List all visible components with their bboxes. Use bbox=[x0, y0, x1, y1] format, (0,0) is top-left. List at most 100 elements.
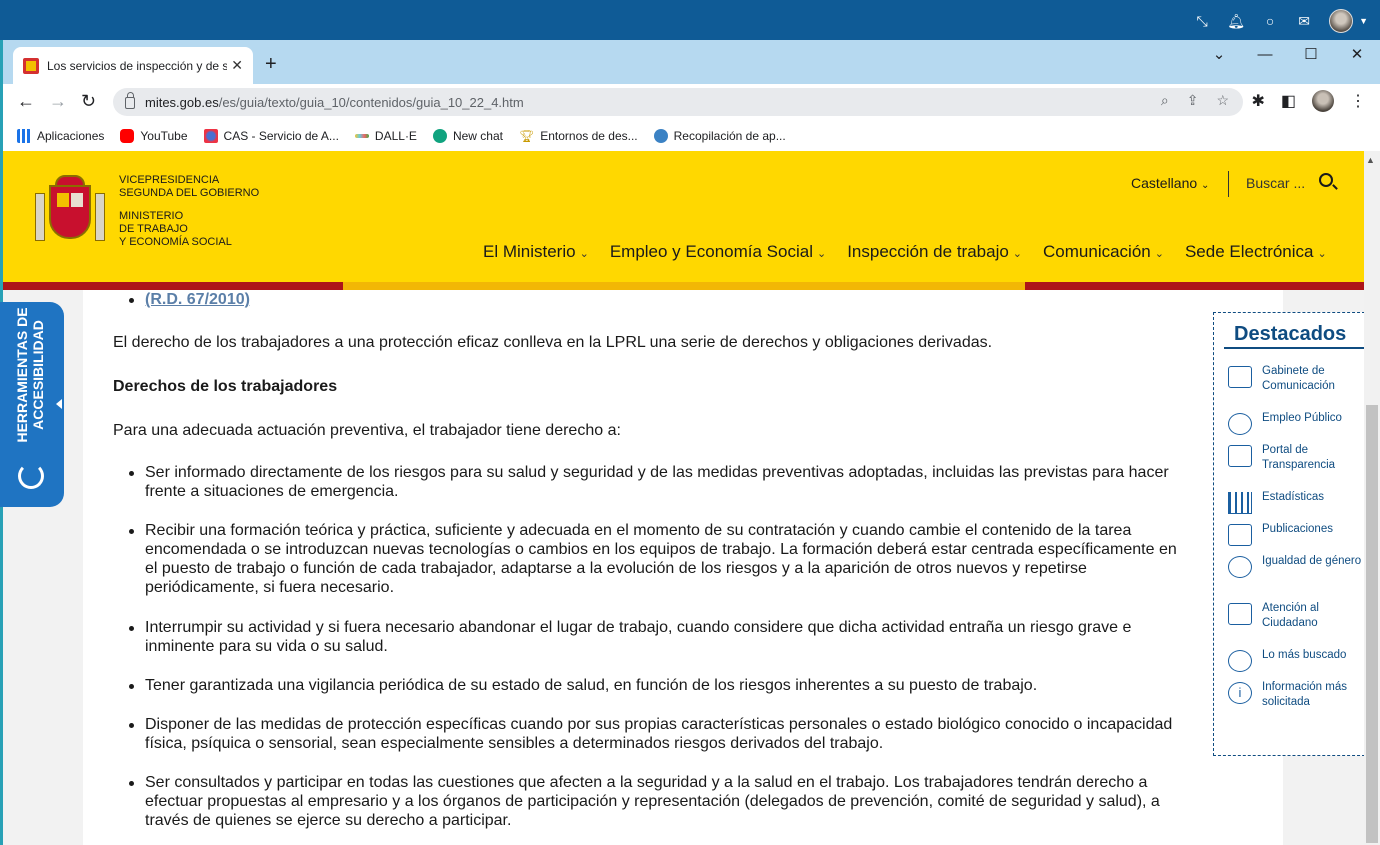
forward-arrow-icon[interactable]: → bbox=[49, 91, 67, 112]
bookmarks-bar: Aplicaciones YouTube CAS - Servicio de A… bbox=[0, 120, 1380, 151]
eye-icon bbox=[1228, 650, 1252, 672]
rights-list: Ser consultados y participar en todas la… bbox=[123, 773, 1183, 830]
destacado-publicaciones[interactable]: Publicaciones bbox=[1228, 522, 1362, 546]
url-host: mites.gob.es bbox=[145, 94, 219, 110]
newspaper-icon bbox=[1228, 366, 1252, 388]
list-item: Ser consultados y participar en todas la… bbox=[123, 773, 1183, 830]
list-item: Tener garantizada una vigilancia periódi… bbox=[123, 676, 1183, 695]
minimize-arrows-icon[interactable]: ⤡ bbox=[1193, 12, 1211, 30]
user-avatar[interactable] bbox=[1329, 9, 1354, 33]
bar-chart-icon bbox=[1228, 492, 1252, 514]
main-navigation: El Ministerio ⌄ Empleo y Economía Social ⌄… bbox=[483, 242, 1327, 262]
close-tab-icon[interactable]: ✕ bbox=[231, 57, 243, 74]
destacado-empleo-publico[interactable]: Empleo Público bbox=[1228, 411, 1362, 435]
intro-paragraph: El derecho de los trabajadores a una pro… bbox=[113, 334, 993, 351]
share-icon[interactable]: ⇪ bbox=[1187, 92, 1199, 109]
destacado-atencion[interactable]: Atención al Ciudadano bbox=[1228, 601, 1362, 631]
chevron-down-icon: ⌄ bbox=[1317, 248, 1327, 260]
reload-icon[interactable]: ↻ bbox=[81, 91, 96, 112]
support-icon bbox=[1228, 603, 1252, 625]
cas-icon bbox=[203, 128, 218, 143]
list-item: Interrumpir su actividad y si fuera nece… bbox=[123, 618, 1183, 656]
section-heading: Derechos de los trabajadores bbox=[113, 378, 338, 395]
nav-empleo[interactable]: Empleo y Economía Social ⌄ bbox=[610, 242, 826, 262]
search-icon[interactable] bbox=[1319, 173, 1333, 187]
scrollbar-thumb[interactable] bbox=[1366, 405, 1378, 843]
bookmark-star-icon[interactable]: ☆ bbox=[1216, 92, 1229, 109]
accessibility-tools-tab[interactable]: HERRAMIENTAS DE ACCESIBILIDAD bbox=[0, 302, 64, 507]
divider bbox=[1228, 171, 1229, 197]
youtube-icon bbox=[120, 128, 135, 143]
bookmark-cas[interactable]: CAS - Servicio de A... bbox=[203, 128, 339, 143]
apps-grid-icon bbox=[17, 128, 31, 143]
spain-coat-of-arms-logo[interactable] bbox=[33, 175, 107, 251]
scroll-up-arrow-icon[interactable]: ▲ bbox=[1366, 155, 1375, 165]
destacado-gabinete[interactable]: Gabinete de Comunicación bbox=[1228, 364, 1362, 394]
back-arrow-icon[interactable]: ← bbox=[17, 91, 35, 112]
chevron-left-icon bbox=[56, 399, 62, 409]
list-item: (R.D. 67/2010) bbox=[123, 290, 1183, 309]
language-selector[interactable]: Castellano ⌄ bbox=[1131, 175, 1209, 191]
window-maximize-button[interactable]: ☐ bbox=[1288, 40, 1334, 70]
extensions-puzzle-icon[interactable]: ✱ bbox=[1251, 91, 1264, 111]
site-header: VICEPRESIDENCIA SEGUNDA DEL GOBIERNO MIN… bbox=[3, 151, 1365, 282]
browser-tab-strip: Los servicios de inspección y de s ✕ + ⌄… bbox=[0, 40, 1380, 84]
destacado-estadisticas[interactable]: Estadísticas bbox=[1228, 490, 1362, 514]
header-stripe bbox=[1025, 282, 1365, 290]
chat-bubble-icon[interactable]: ○ bbox=[1261, 12, 1279, 30]
profile-avatar[interactable] bbox=[1312, 90, 1334, 112]
chatgpt-icon bbox=[432, 128, 447, 143]
destacado-igualdad[interactable]: Igualdad de género bbox=[1228, 554, 1362, 578]
chevron-down-icon: ⌄ bbox=[1201, 180, 1210, 191]
nav-sede-electronica[interactable]: Sede Electrónica ⌄ bbox=[1185, 242, 1327, 262]
nav-el-ministerio[interactable]: El Ministerio ⌄ bbox=[483, 242, 589, 262]
bookmark-dalle[interactable]: DALL·E bbox=[354, 129, 417, 143]
destacado-mas-buscado[interactable]: Lo más buscado bbox=[1228, 648, 1362, 672]
ministry-name[interactable]: VICEPRESIDENCIA SEGUNDA DEL GOBIERNO MIN… bbox=[119, 174, 259, 249]
bookmark-new-chat[interactable]: New chat bbox=[432, 128, 503, 143]
bookmark-recopilacion[interactable]: Recopilación de ap... bbox=[653, 128, 786, 143]
window-close-button[interactable]: ✕ bbox=[1334, 40, 1380, 70]
accessibility-label: HERRAMIENTAS DE ACCESIBILIDAD bbox=[14, 307, 46, 443]
tab-title: Los servicios de inspección y de s bbox=[47, 58, 227, 73]
destacado-informacion[interactable]: i Información más solicitada bbox=[1228, 680, 1362, 710]
browser-tab[interactable]: Los servicios de inspección y de s ✕ bbox=[13, 47, 253, 84]
people-icon bbox=[1228, 413, 1252, 435]
spain-flag-icon bbox=[23, 57, 39, 74]
bell-icon[interactable]: 🔔︎ bbox=[1227, 12, 1245, 30]
cloud-icon bbox=[653, 128, 668, 143]
bookmark-youtube[interactable]: YouTube bbox=[120, 128, 188, 143]
address-bar[interactable]: mites.gob.es/es/guia/texto/guia_10/conte… bbox=[113, 88, 1243, 116]
dalle-icon bbox=[354, 133, 369, 138]
tab-search-icon[interactable]: ⌄ bbox=[1196, 40, 1242, 70]
new-tab-button[interactable]: + bbox=[265, 53, 277, 76]
os-taskbar: ⤡ 🔔︎ ○ ✉ ▼ bbox=[0, 0, 1380, 40]
side-panel-icon[interactable]: ◧ bbox=[1281, 91, 1296, 111]
chevron-down-icon: ⌄ bbox=[816, 248, 827, 260]
nav-inspeccion[interactable]: Inspección de trabajo ⌄ bbox=[847, 242, 1022, 262]
bookmark-apps[interactable]: Aplicaciones bbox=[17, 128, 104, 143]
zoom-icon[interactable]: ⌕ bbox=[1161, 92, 1169, 109]
chevron-down-icon: ⌄ bbox=[1012, 248, 1023, 260]
lead-paragraph: Para una adecuada actuación preventiva, … bbox=[113, 422, 621, 439]
header-stripe bbox=[3, 282, 343, 290]
chevron-down-icon[interactable]: ▼ bbox=[1359, 16, 1368, 26]
menu-kebab-icon[interactable]: ⋮ bbox=[1350, 91, 1366, 111]
rights-list: Disponer de las medidas de protección es… bbox=[123, 715, 1183, 753]
info-icon: i bbox=[1228, 682, 1252, 704]
lock-icon[interactable] bbox=[125, 92, 135, 109]
url-path: /es/guia/texto/guia_10/contenidos/guia_1… bbox=[218, 94, 524, 110]
browser-toolbar: ← → ↻ mites.gob.es/es/guia/texto/guia_10… bbox=[0, 84, 1380, 120]
destacado-transparencia[interactable]: Portal de Transparencia bbox=[1228, 443, 1362, 473]
nav-comunicacion[interactable]: Comunicación ⌄ bbox=[1043, 242, 1164, 262]
mail-icon[interactable]: ✉ bbox=[1295, 12, 1313, 30]
window-minimize-button[interactable]: — bbox=[1242, 40, 1288, 70]
bookmark-entornos[interactable]: 🏆︎ Entornos de des... bbox=[519, 129, 638, 143]
rd-67-2010-link[interactable]: (R.D. 67/2010) bbox=[145, 291, 250, 308]
couple-icon bbox=[1228, 556, 1252, 578]
site-search-input[interactable]: Buscar ... bbox=[1246, 175, 1305, 191]
list-item: Recibir una formación teórica y práctica… bbox=[123, 521, 1183, 597]
list-item: Ser informado directamente de los riesgo… bbox=[123, 463, 1183, 501]
book-icon bbox=[1228, 524, 1252, 546]
rights-list: Recibir una formación teórica y práctica… bbox=[123, 521, 1183, 597]
